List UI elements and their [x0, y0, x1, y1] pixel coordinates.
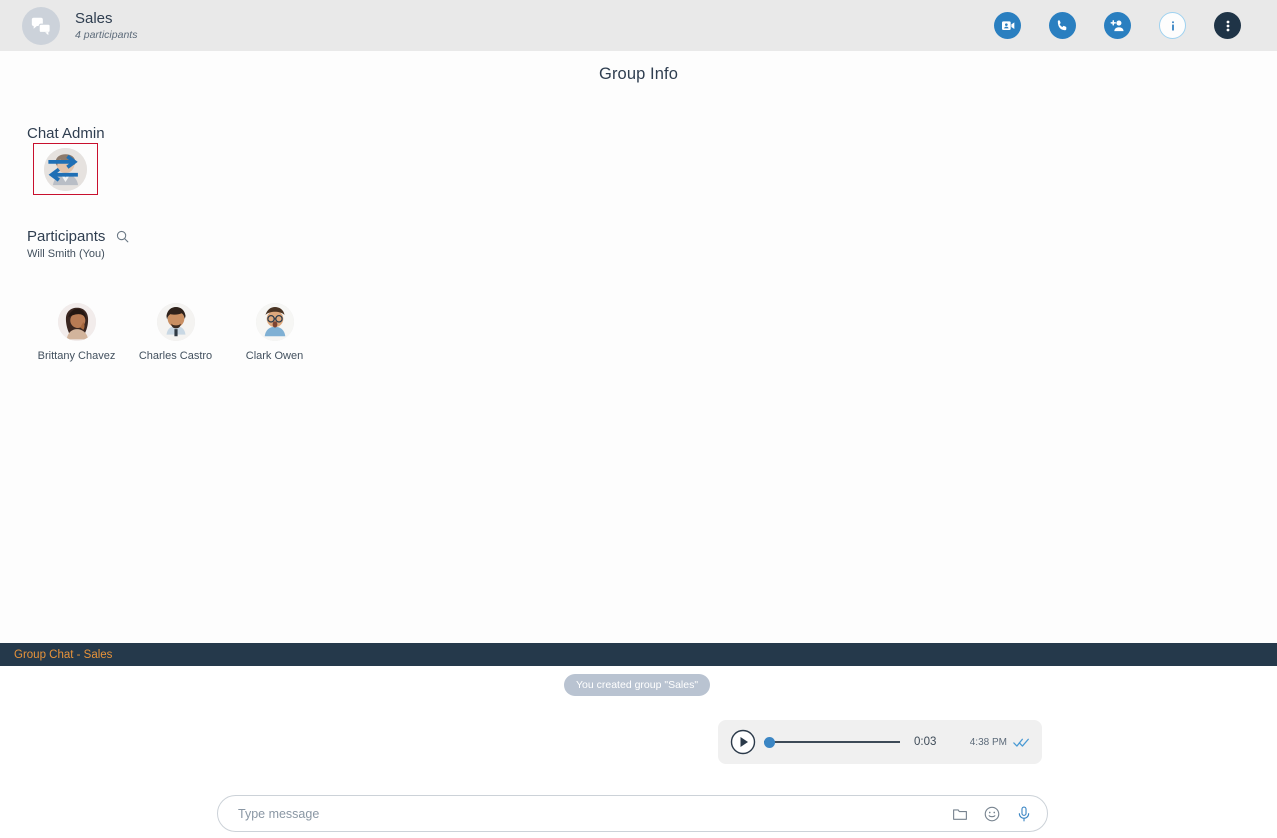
list-item-label: Clark Owen [245, 350, 304, 362]
double-check-read-icon [1013, 738, 1029, 747]
chat-admin-avatar-cell[interactable] [33, 143, 98, 195]
avatar [156, 303, 195, 341]
transfer-admin-arrows-icon [47, 154, 78, 182]
system-message: You created group "Sales" [564, 674, 711, 696]
microphone-icon [1018, 806, 1030, 821]
phone-call-icon [1057, 20, 1067, 31]
participants-section-header: Participants [27, 228, 130, 245]
more-options-icon [1226, 20, 1229, 31]
list-item-label: Brittany Chavez [37, 350, 116, 362]
audio-seek-track [764, 741, 900, 743]
person-photo-charles [156, 303, 195, 341]
avatar [44, 147, 87, 191]
emoji-smiley-icon [984, 806, 1000, 821]
list-item[interactable]: Brittany Chavez [27, 303, 126, 362]
more-options-button[interactable] [1214, 12, 1241, 39]
play-button[interactable] [730, 729, 756, 755]
conversation-header: Sales 4 participants [0, 0, 1277, 51]
audio-message-bubble: 0:03 4:38 PM [718, 720, 1042, 764]
add-participant-button[interactable] [1104, 12, 1131, 39]
person-photo-brittany [57, 303, 96, 341]
group-chat-title-label: Group Chat - Sales [14, 648, 113, 661]
list-item[interactable]: Charles Castro [126, 303, 225, 362]
group-info-button[interactable] [1159, 12, 1186, 39]
voice-record-button[interactable] [1015, 805, 1033, 823]
message-composer [217, 795, 1048, 832]
emoji-button[interactable] [983, 805, 1001, 823]
chat-admin-section-header: Chat Admin [27, 125, 105, 142]
participants-label: Participants [27, 228, 106, 245]
folder-attach-icon [953, 808, 967, 820]
list-item[interactable]: Clark Owen [225, 303, 324, 362]
page-title: Group Info [599, 65, 678, 83]
header-text-block: Sales 4 participants [75, 10, 137, 42]
chat-application-window: Sales 4 participants Group Info Chat Adm… [0, 0, 1277, 838]
audio-seek-slider[interactable] [764, 735, 900, 749]
message-meta: 4:38 PM [970, 737, 1030, 748]
attach-file-button[interactable] [951, 805, 969, 823]
chat-admin-label: Chat Admin [27, 125, 105, 142]
avatar [57, 303, 96, 341]
audio-call-button[interactable] [1049, 12, 1076, 39]
group-info-panel: Group Info Chat Admin Will Smith (You) P… [0, 51, 1277, 686]
audio-seek-knob[interactable] [764, 736, 775, 748]
composer-actions [951, 805, 1033, 823]
video-call-icon [1001, 20, 1014, 30]
header-actions [994, 12, 1241, 39]
group-chat-title-bar[interactable]: Group Chat - Sales [0, 643, 1277, 666]
participant-count: 4 participants [75, 28, 138, 41]
chat-bubbles-icon [31, 17, 51, 35]
chat-admin-name: Will Smith (You) [27, 248, 105, 260]
participants-list: Brittany Chavez Charles Castro Clark Owe… [27, 303, 324, 362]
add-participant-icon [1110, 20, 1124, 32]
info-icon [1171, 20, 1174, 31]
group-avatar [22, 6, 60, 45]
audio-duration: 0:03 [914, 736, 937, 748]
search-icon [117, 230, 129, 243]
message-input[interactable] [236, 796, 941, 831]
list-item-label: Charles Castro [138, 350, 213, 362]
message-timestamp: 4:38 PM [969, 736, 1007, 748]
avatar [255, 303, 294, 341]
participants-search-button[interactable] [115, 229, 130, 244]
video-call-button[interactable] [994, 12, 1021, 39]
person-photo-clark [255, 303, 294, 341]
group-title: Sales [75, 9, 113, 27]
